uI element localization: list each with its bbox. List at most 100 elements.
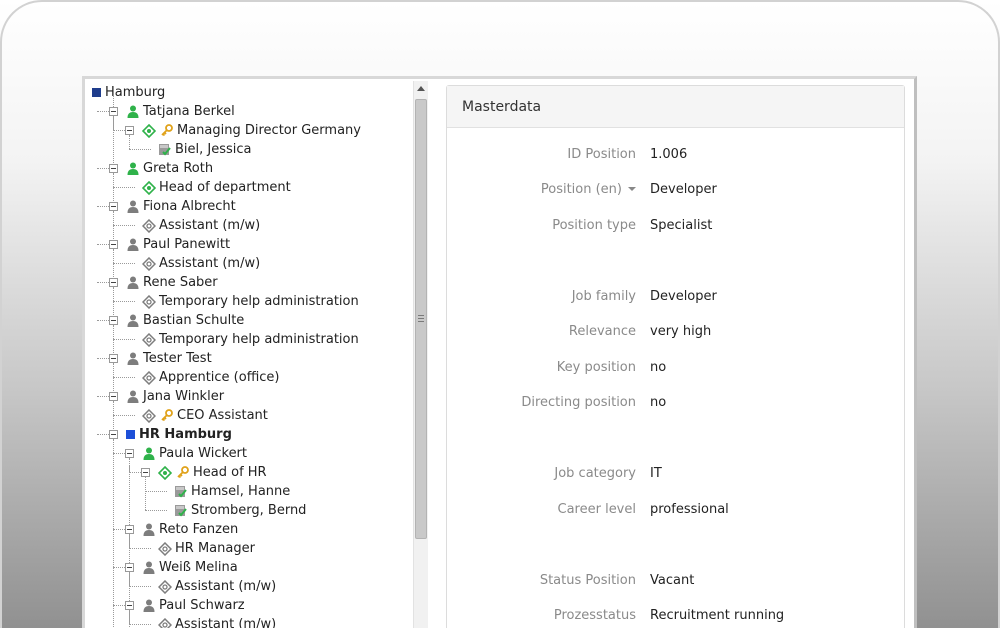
tree-node[interactable]: HR Hamburg <box>109 425 232 444</box>
grip-line <box>418 321 424 322</box>
collapse-toggle-icon[interactable] <box>125 126 134 135</box>
grip-line <box>418 315 424 316</box>
tree-connector <box>97 358 109 359</box>
masterdata-row: Job category IT <box>447 466 906 486</box>
tree-node[interactable]: Assistant (m/w) <box>141 615 276 628</box>
tree-connector <box>129 472 141 473</box>
tree-node[interactable]: Managing Director Germany <box>125 121 361 140</box>
tree-node[interactable]: Head of department <box>125 178 291 197</box>
tree-node[interactable]: Biel, Jessica <box>141 140 252 159</box>
collapse-toggle-icon[interactable] <box>125 601 134 610</box>
tree-node-content: Bastian Schulte <box>125 313 244 328</box>
collapse-toggle-icon[interactable] <box>109 278 118 287</box>
tree-node-content: Biel, Jessica <box>157 142 252 157</box>
collapse-toggle-icon[interactable] <box>109 240 118 249</box>
tree-node[interactable]: CEO Assistant <box>125 406 268 425</box>
tree-node-content: Head of department <box>141 180 291 195</box>
collapse-toggle-icon[interactable] <box>125 449 134 458</box>
tree-node[interactable]: Jana Winkler <box>109 387 224 406</box>
tree-node-content: Head of HR <box>157 465 267 480</box>
person-icon <box>141 522 156 537</box>
tree-connector <box>113 439 114 605</box>
collapse-toggle-icon[interactable] <box>109 392 118 401</box>
collapse-toggle-icon[interactable] <box>109 316 118 325</box>
tree-node-label: Head of HR <box>193 465 267 480</box>
tree-node-content: Greta Roth <box>125 161 213 176</box>
position-icon <box>157 541 172 556</box>
tree-node[interactable]: Temporary help administration <box>125 330 359 349</box>
tree-node[interactable]: Assistant (m/w) <box>125 254 260 273</box>
tree-node[interactable]: Paul Panewitt <box>109 235 230 254</box>
tree-node-label: Temporary help administration <box>159 332 359 347</box>
person-icon <box>125 351 140 366</box>
person-icon <box>141 560 156 575</box>
position-icon <box>141 332 156 347</box>
tree-node[interactable]: Head of HR <box>141 463 267 482</box>
tree-node[interactable]: Tester Test <box>109 349 212 368</box>
tree-node-content: Temporary help administration <box>141 294 359 309</box>
tree-connector <box>97 320 109 321</box>
tree-node[interactable]: Greta Roth <box>109 159 213 178</box>
collapse-toggle-icon[interactable] <box>141 468 150 477</box>
scroll-up-arrow-icon[interactable] <box>417 86 425 91</box>
field-value: Vacant <box>650 573 695 588</box>
collapse-toggle-icon[interactable] <box>109 430 118 439</box>
field-label-text: Relevance <box>568 324 636 339</box>
collapse-toggle-icon[interactable] <box>109 354 118 363</box>
person-icon <box>125 313 140 328</box>
tree-node-content: Apprentice (office) <box>141 370 280 385</box>
tree-node[interactable]: Assistant (m/w) <box>141 577 276 596</box>
tree-node-label: Assistant (m/w) <box>159 218 261 233</box>
tree-node-content: Managing Director Germany <box>141 123 361 138</box>
tree-node-content: Reto Fanzen <box>141 522 238 537</box>
collapse-toggle-icon[interactable] <box>125 525 134 534</box>
tree-node[interactable]: Tatjana Berkel <box>109 102 235 121</box>
tree-node[interactable]: Paula Wickert <box>125 444 247 463</box>
field-label: Prozesstatus <box>554 608 636 623</box>
tree-node-content: Jana Winkler <box>125 389 224 404</box>
grip-line <box>418 318 424 319</box>
tree-node[interactable]: Stromberg, Bernd <box>157 501 306 520</box>
collapse-toggle-icon[interactable] <box>109 164 118 173</box>
field-label-dropdown[interactable]: Position (en) <box>541 182 636 197</box>
masterdata-row: Position type Specialist <box>447 218 906 238</box>
chevron-down-icon[interactable] <box>628 187 636 191</box>
person-active-icon <box>125 161 140 176</box>
collapse-toggle-icon[interactable] <box>109 107 118 116</box>
tree-node-label: Temporary help administration <box>159 294 359 309</box>
masterdata-row: Job family Developer <box>447 289 906 309</box>
collapse-toggle-icon[interactable] <box>125 563 134 572</box>
tree-scrollbar[interactable] <box>413 81 428 628</box>
tree-node-label: Assistant (m/w) <box>175 579 277 594</box>
tree-node[interactable]: Reto Fanzen <box>125 520 238 539</box>
position-active-icon <box>141 123 156 138</box>
field-label: Career level <box>558 502 637 517</box>
field-label: Job category <box>554 466 636 481</box>
employee-icon <box>157 142 172 157</box>
tree-node-content: Paul Schwarz <box>141 598 245 613</box>
tree-node[interactable]: Temporary help administration <box>125 292 359 311</box>
tree-node-root[interactable]: Hamburg <box>91 83 165 102</box>
tree-node[interactable]: Rene Saber <box>109 273 218 292</box>
tree-node[interactable]: Assistant (m/w) <box>125 216 260 235</box>
tree-node-content: Paul Panewitt <box>125 237 230 252</box>
tree-node-content: Hamsel, Hanne <box>173 484 290 499</box>
tree-node[interactable]: Fiona Albrecht <box>109 197 236 216</box>
tree-node[interactable]: Hamsel, Hanne <box>157 482 290 501</box>
field-value: no <box>650 360 667 375</box>
tree-node[interactable]: Weiß Melina <box>125 558 238 577</box>
scrollbar-thumb[interactable] <box>415 99 427 539</box>
collapse-toggle-icon[interactable] <box>109 202 118 211</box>
tree-node-content: Tatjana Berkel <box>125 104 235 119</box>
tree-node[interactable]: Apprentice (office) <box>125 368 280 387</box>
tree-node[interactable]: HR Manager <box>141 539 255 558</box>
tree-node[interactable]: Bastian Schulte <box>109 311 244 330</box>
masterdata-panel: Masterdata ID Position 1.006 Position (en)… <box>446 85 905 628</box>
masterdata-row: Directing position no <box>447 395 906 415</box>
tree-node-label: Reto Fanzen <box>159 522 239 537</box>
position-active-icon <box>141 180 156 195</box>
tree-node[interactable]: Paul Schwarz <box>125 596 245 615</box>
tree-node-label: Managing Director Germany <box>177 123 361 138</box>
tree-node-label: Jana Winkler <box>143 389 225 404</box>
employee-icon <box>173 503 188 518</box>
